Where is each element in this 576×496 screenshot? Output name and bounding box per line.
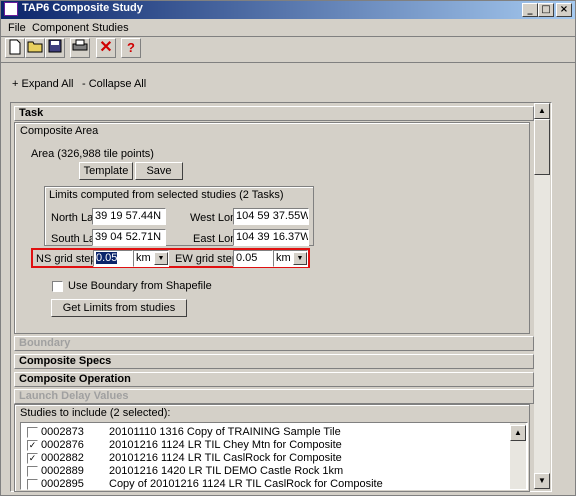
- delete-x-icon[interactable]: ✕: [96, 38, 116, 58]
- studies-label: Studies to include (2 selected):: [20, 407, 171, 419]
- study-checkbox[interactable]: ✓: [27, 453, 38, 464]
- study-id: 0002873: [41, 426, 84, 438]
- north-lat-field[interactable]: 39 19 57.44N: [92, 208, 166, 225]
- close-button[interactable]: ×: [556, 3, 572, 17]
- east-lon-field[interactable]: 104 39 16.37W: [233, 229, 309, 246]
- ew-grid-step-label: EW grid step:: [175, 253, 242, 265]
- south-lat-field[interactable]: 39 04 52.71N: [92, 229, 166, 246]
- menu-component-studies[interactable]: Component Studies: [32, 22, 129, 34]
- east-lon-label: East Lon: [193, 233, 237, 245]
- composite-area-title: Composite Area: [20, 125, 99, 137]
- ns-grid-step-value: 0.05: [96, 252, 118, 264]
- toolbar-divider: [0, 62, 576, 63]
- use-boundary-checkbox[interactable]: [52, 281, 63, 292]
- list-item[interactable]: 0002895 Copy of 20101216 1124 LR TIL Cas…: [27, 478, 507, 491]
- ew-unit-value: km: [276, 252, 291, 264]
- template-button[interactable]: Template: [79, 162, 133, 180]
- study-checkbox[interactable]: [27, 427, 38, 438]
- west-lon-field[interactable]: 104 59 37.55W: [233, 208, 309, 225]
- menu-divider: [0, 36, 576, 37]
- use-boundary-label: Use Boundary from Shapefile: [68, 280, 212, 292]
- maximize-button[interactable]: □: [538, 3, 554, 17]
- limits-title: Limits computed from selected studies (2…: [49, 189, 284, 201]
- save-disk-icon[interactable]: [45, 38, 65, 58]
- study-name: 20101216 1420 LR TIL DEMO Castle Rock 1k…: [109, 465, 344, 477]
- launch-delay-header[interactable]: Launch Delay Values: [14, 389, 534, 404]
- study-name: 20101110 1316 Copy of TRAINING Sample Ti…: [109, 426, 341, 438]
- ns-unit-value: km: [136, 252, 151, 264]
- print-icon[interactable]: [70, 38, 90, 58]
- scroll-thumb[interactable]: [534, 119, 550, 175]
- ns-grid-step-input[interactable]: 0.05: [93, 250, 133, 267]
- boundary-section-header[interactable]: Boundary: [14, 336, 534, 351]
- list-scroll-up-icon[interactable]: ▲: [510, 425, 526, 441]
- scroll-down-icon[interactable]: ▼: [534, 473, 550, 489]
- task-section-header[interactable]: Task: [14, 106, 534, 121]
- menu-file[interactable]: File: [8, 22, 26, 34]
- scroll-up-icon[interactable]: ▲: [534, 103, 550, 119]
- study-id: 0002876: [41, 439, 84, 451]
- save-button[interactable]: Save: [135, 162, 183, 180]
- ns-grid-step-label: NS grid step:: [36, 253, 100, 265]
- chevron-down-icon[interactable]: ▼: [154, 252, 168, 265]
- study-name: 20101216 1124 LR TIL CaslRock for Compos…: [109, 452, 342, 464]
- study-id: 0002882: [41, 452, 84, 464]
- study-checkbox[interactable]: [27, 466, 38, 477]
- open-folder-icon[interactable]: [25, 38, 45, 58]
- ns-unit-select[interactable]: km ▼: [133, 250, 169, 267]
- get-limits-button[interactable]: Get Limits from studies: [51, 299, 187, 317]
- composite-operation-header[interactable]: Composite Operation: [14, 372, 534, 387]
- study-name: 20101216 1124 LR TIL Chey Mtn for Compos…: [109, 439, 342, 451]
- ew-unit-select[interactable]: km ▼: [273, 250, 308, 267]
- west-lon-label: West Lon: [190, 212, 237, 224]
- north-lat-label: North Lat: [51, 212, 97, 224]
- app-icon: [4, 2, 18, 16]
- study-checkbox[interactable]: [27, 479, 38, 490]
- list-item[interactable]: 0002889 20101216 1420 LR TIL DEMO Castle…: [27, 465, 507, 478]
- composite-specs-header[interactable]: Composite Specs: [14, 354, 534, 369]
- study-name: Copy of 20101216 1124 LR TIL CaslRock fo…: [109, 478, 383, 490]
- chevron-down-icon[interactable]: ▼: [293, 252, 307, 265]
- minimize-button[interactable]: _: [522, 3, 538, 17]
- list-item[interactable]: 0002873 20101110 1316 Copy of TRAINING S…: [27, 426, 507, 439]
- expand-all-link[interactable]: + Expand All: [12, 78, 73, 90]
- area-info: Area (326,988 tile points): [31, 148, 154, 160]
- studies-list[interactable]: 0002873 20101110 1316 Copy of TRAINING S…: [20, 422, 528, 490]
- help-icon[interactable]: ?: [121, 38, 141, 58]
- window-title: TAP6 Composite Study: [22, 2, 143, 14]
- study-id: 0002895: [41, 478, 84, 490]
- new-icon[interactable]: [5, 38, 25, 58]
- collapse-all-link[interactable]: - Collapse All: [82, 78, 146, 90]
- study-id: 0002889: [41, 465, 84, 477]
- list-item[interactable]: ✓ 0002882 20101216 1124 LR TIL CaslRock …: [27, 452, 507, 465]
- list-item[interactable]: ✓ 0002876 20101216 1124 LR TIL Chey Mtn …: [27, 439, 507, 452]
- ew-grid-step-input[interactable]: 0.05: [233, 250, 273, 267]
- study-checkbox[interactable]: ✓: [27, 440, 38, 451]
